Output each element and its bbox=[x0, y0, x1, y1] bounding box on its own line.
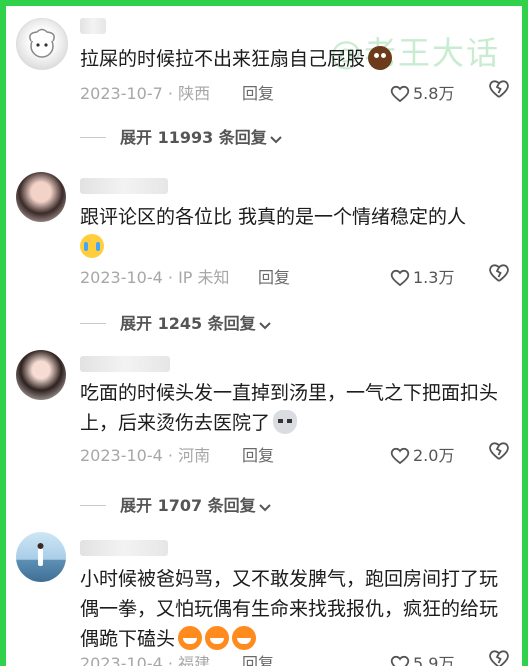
grin-emoji-icon bbox=[205, 626, 230, 650]
avatar[interactable] bbox=[16, 18, 68, 70]
like-count: 2.0万 bbox=[413, 446, 455, 465]
grin-emoji-icon bbox=[178, 626, 203, 650]
divider-line bbox=[80, 137, 106, 138]
comment-text: 跟评论区的各位比 我真的是一个情绪稳定的人 bbox=[80, 202, 510, 262]
comment-meta: 2023-10-4 · 福建 回复 5.9万 bbox=[80, 650, 510, 666]
broken-heart-icon bbox=[489, 80, 509, 98]
sheep-avatar-icon bbox=[29, 28, 55, 58]
heart-icon bbox=[390, 655, 410, 666]
heart-icon bbox=[390, 269, 410, 287]
avatar[interactable] bbox=[16, 532, 66, 582]
comment-date-location: 2023-10-4 · IP 未知 bbox=[80, 268, 230, 287]
grin-emoji-icon bbox=[232, 626, 257, 650]
username-blurred[interactable] bbox=[80, 540, 168, 556]
comment-text: 小时候被爸妈骂，又不敢发脾气，跑回房间打了玩偶一拳，又怕玩偶有生命来找我报仇，疯… bbox=[80, 568, 499, 650]
username-blurred[interactable] bbox=[80, 356, 170, 372]
comment-text: 拉屎的时候拉不出来狂扇自己屁股 bbox=[80, 44, 510, 74]
comment-meta: 2023-10-4 · IP 未知 回复 1.3万 bbox=[80, 263, 510, 288]
heart-icon bbox=[390, 447, 410, 465]
like-count: 1.3万 bbox=[413, 268, 455, 287]
comment-meta: 2023-10-4 · 河南 回复 2.0万 bbox=[80, 441, 510, 466]
person-silhouette-icon bbox=[37, 543, 44, 566]
comment-text: 吃面的时候头发一直掉到汤里，一气之下把面扣头上，后来烫伤去医院了 bbox=[80, 382, 499, 434]
avatar[interactable] bbox=[16, 350, 66, 400]
dislike-button[interactable] bbox=[488, 441, 510, 465]
reply-button[interactable]: 回复 bbox=[242, 650, 274, 666]
crying-emoji-icon bbox=[80, 234, 104, 258]
comment-date-location: 2023-10-4 · 河南 bbox=[80, 446, 211, 465]
cat-emoji-icon bbox=[273, 410, 298, 434]
dislike-button[interactable] bbox=[488, 79, 510, 103]
poop-emoji-icon bbox=[368, 46, 393, 70]
chevron-down-icon bbox=[258, 504, 271, 512]
comment-feed: @老王大话 拉屎的时候拉不出来狂扇自己屁股 2023-10-7 · 陕西 回复 … bbox=[6, 6, 522, 666]
expand-replies-button[interactable]: 展开 1707 条回复 bbox=[80, 492, 272, 515]
expand-replies-button[interactable]: 展开 11993 条回复 bbox=[80, 124, 283, 147]
broken-heart-icon bbox=[489, 264, 509, 282]
dislike-button[interactable] bbox=[488, 649, 510, 666]
heart-icon bbox=[390, 85, 410, 103]
like-count: 5.9万 bbox=[413, 654, 455, 666]
divider-line bbox=[80, 505, 106, 506]
broken-heart-icon bbox=[489, 650, 509, 666]
reply-button[interactable]: 回复 bbox=[258, 264, 290, 288]
like-button[interactable]: 1.3万 bbox=[390, 264, 454, 288]
reply-button[interactable]: 回复 bbox=[242, 442, 274, 466]
divider-line bbox=[80, 323, 106, 324]
avatar[interactable] bbox=[16, 172, 66, 222]
like-button[interactable]: 5.9万 bbox=[390, 650, 454, 666]
comment-date-location: 2023-10-7 · 陕西 bbox=[80, 84, 211, 103]
reply-button[interactable]: 回复 bbox=[242, 80, 274, 104]
username-blurred[interactable] bbox=[80, 178, 168, 194]
like-count: 5.8万 bbox=[413, 84, 455, 103]
like-button[interactable]: 5.8万 bbox=[390, 80, 454, 104]
dislike-button[interactable] bbox=[488, 263, 510, 287]
comment-date-location: 2023-10-4 · 福建 bbox=[80, 654, 211, 666]
broken-heart-icon bbox=[489, 442, 509, 460]
like-button[interactable]: 2.0万 bbox=[390, 442, 454, 466]
expand-replies-button[interactable]: 展开 1245 条回复 bbox=[80, 310, 272, 333]
chevron-down-icon bbox=[270, 136, 282, 144]
chevron-down-icon bbox=[258, 322, 271, 330]
username-blurred[interactable] bbox=[80, 18, 106, 34]
comment-meta: 2023-10-7 · 陕西 回复 5.8万 bbox=[80, 79, 510, 104]
